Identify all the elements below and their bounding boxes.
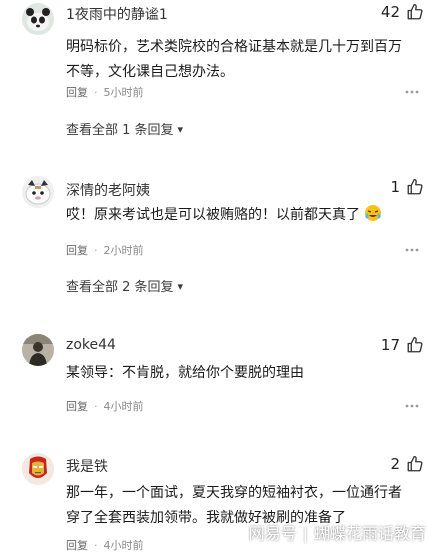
comment-meta: 回复 · 4小时前 [66,398,144,414]
separator-dot: · [94,244,98,257]
timestamp: 4小时前 [103,539,144,552]
view-all-replies-label: 查看全部 1 条回复 [66,123,174,138]
thumbs-up-icon[interactable] [406,3,424,21]
view-all-replies-label: 查看全部 2 条回复 [66,280,174,295]
separator-dot: · [94,539,98,552]
watermark-author: 蝴蝶花雨话教育 [313,524,426,543]
thumbs-up-icon[interactable] [406,455,424,473]
more-options-icon[interactable] [404,84,420,100]
like-count: 2 [390,455,400,473]
reply-button[interactable]: 回复 [66,400,88,413]
avatar[interactable] [22,3,54,35]
more-options-icon[interactable] [404,398,420,414]
reply-button[interactable]: 回复 [66,244,88,257]
chevron-down-icon: ▾ [177,123,184,136]
username[interactable]: 深情的老阿姨 [66,180,150,200]
timestamp: 2小时前 [103,244,144,257]
watermark-separator: | [302,524,308,543]
username[interactable]: 我是铁 [66,456,108,476]
username[interactable]: zoke44 [66,337,116,353]
like-button[interactable]: 17 [381,336,424,354]
thumbs-up-icon[interactable] [406,336,424,354]
comment-meta: 回复 · 4小时前 [66,537,144,553]
more-options-icon[interactable] [404,242,420,258]
avatar[interactable] [22,453,54,485]
laughing-crying-emoji-icon [365,205,382,221]
separator-dot: · [94,400,98,413]
like-button[interactable]: 42 [381,3,424,21]
comment-meta: 回复 · 2小时前 [66,242,144,258]
like-count: 17 [380,336,400,354]
avatar[interactable] [22,176,54,208]
chevron-down-icon: ▾ [177,280,184,293]
comment-text: 某领导：不肯脱，就给你个要脱的理由 [66,365,304,381]
timestamp: 5小时前 [103,86,144,99]
like-button[interactable]: 1 [390,178,424,196]
watermark: 网易号 | 蝴蝶花雨话教育 [249,520,426,544]
separator-dot: · [94,86,98,99]
comment-text: 哎！原来考试也是可以被贿赂的！以前都天真了 [66,203,411,228]
timestamp: 4小时前 [103,400,144,413]
comment-text: 明码标价，艺术类院校的合格证基本就是几十万到百万不等，文化课自己想办法。 [66,39,402,80]
view-all-replies-link[interactable]: 查看全部 1 条回复 ▾ [66,119,183,138]
username[interactable]: 1夜雨中的静谧1 [66,4,168,24]
comment-text-body: 哎！原来考试也是可以被贿赂的！以前都天真了 [66,207,360,223]
reply-button[interactable]: 回复 [66,86,88,99]
like-count: 1 [390,178,400,196]
like-count: 42 [380,3,400,21]
comment-meta: 回复 · 5小时前 [66,84,144,100]
reply-button[interactable]: 回复 [66,539,88,552]
thumbs-up-icon[interactable] [406,178,424,196]
watermark-site: 网易号 [248,524,297,543]
avatar[interactable] [22,334,54,366]
view-all-replies-link[interactable]: 查看全部 2 条回复 ▾ [66,276,183,295]
like-button[interactable]: 2 [390,455,424,473]
